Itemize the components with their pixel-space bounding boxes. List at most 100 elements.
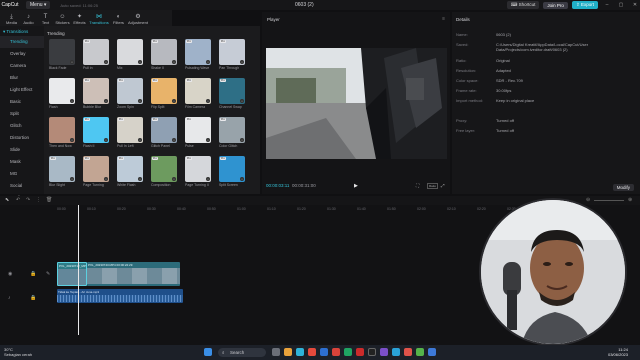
- download-icon[interactable]: ↓: [206, 138, 210, 142]
- sidebar-item-light-effect[interactable]: Light Effect: [0, 84, 44, 96]
- download-icon[interactable]: ↓: [206, 177, 210, 181]
- audio-clip[interactable]: Tidak ke Tepian - Ari Juna.mp3: [57, 289, 183, 303]
- download-icon[interactable]: ↓: [138, 60, 142, 64]
- weather-widget[interactable]: 30°C Sebagian cerah: [4, 347, 32, 357]
- fullscreen-icon[interactable]: ⤢: [441, 183, 445, 188]
- sidebar-item-mask[interactable]: Mask: [0, 156, 44, 168]
- playhead[interactable]: [78, 205, 79, 335]
- transition-thumbnail[interactable]: Pro ↓: [49, 156, 75, 182]
- word-icon[interactable]: [320, 348, 328, 356]
- capcut-taskbar-icon[interactable]: [368, 348, 376, 356]
- transition-thumbnail[interactable]: Pro ↓: [151, 78, 177, 104]
- menu-button[interactable]: Menu ▾: [26, 1, 51, 9]
- transition-thumbnail[interactable]: Pro ↓: [219, 156, 245, 182]
- video-clip[interactable]: PXL_20230743.MP4 00:00:22:29: [87, 262, 180, 286]
- select-icon[interactable]: ⬉: [5, 197, 9, 203]
- sidebar-item-mg[interactable]: MG: [0, 168, 44, 180]
- download-icon[interactable]: ↓: [172, 138, 176, 142]
- sidebar-item-trending[interactable]: Trending: [0, 36, 44, 48]
- zoom-slider[interactable]: [594, 200, 624, 201]
- transition-thumbnail[interactable]: ↓: [117, 39, 143, 65]
- tool-media[interactable]: ⤓ Media: [3, 11, 20, 26]
- media-app-icon[interactable]: [356, 348, 364, 356]
- download-icon[interactable]: ↓: [138, 99, 142, 103]
- app-icon[interactable]: [392, 348, 400, 356]
- download-icon[interactable]: ↓: [70, 138, 74, 142]
- download-icon[interactable]: ↓: [172, 60, 176, 64]
- undo-icon[interactable]: ↶: [16, 197, 20, 203]
- sidebar-item-basic[interactable]: Basic: [0, 96, 44, 108]
- download-icon[interactable]: ↓: [104, 138, 108, 142]
- lock-icon[interactable]: 🔒: [30, 271, 36, 277]
- transition-thumbnail[interactable]: Pro ↓: [185, 78, 211, 104]
- sidebar-item-blur[interactable]: Blur: [0, 72, 44, 84]
- app-icon[interactable]: [428, 348, 436, 356]
- track-eye-icon[interactable]: ◉: [8, 271, 12, 277]
- ratio-button[interactable]: Ratio: [427, 183, 439, 189]
- sidebar-item-split[interactable]: Split: [0, 108, 44, 120]
- fit-icon[interactable]: ⛶: [416, 183, 419, 188]
- detail-value[interactable]: Turned off: [496, 128, 636, 133]
- tool-audio[interactable]: ♪ Audio: [20, 11, 37, 26]
- transition-thumbnail[interactable]: Pro ↓: [219, 39, 245, 65]
- app-icon[interactable]: [416, 348, 424, 356]
- transition-thumbnail[interactable]: Pro ↓: [219, 117, 245, 143]
- transition-thumbnail[interactable]: Pro ↓: [185, 117, 211, 143]
- sidebar-item-overlay[interactable]: Overlay: [0, 48, 44, 60]
- shortcut-button[interactable]: ⌨ Shortcut: [506, 1, 540, 9]
- transition-thumbnail[interactable]: Pro ↓: [117, 156, 143, 182]
- minimize-icon[interactable]: –: [602, 2, 612, 8]
- transition-thumbnail[interactable]: Pro ↓: [83, 39, 109, 65]
- transition-thumbnail[interactable]: Pro ↓: [151, 39, 177, 65]
- more-icon[interactable]: ≡: [442, 16, 445, 22]
- zoom-in-icon[interactable]: ⊕: [628, 197, 632, 203]
- transition-thumbnail[interactable]: Pro ↓: [83, 117, 109, 143]
- tool-transitions[interactable]: ⋈ Transitions: [88, 11, 110, 26]
- sidebar-item-camera[interactable]: Camera: [0, 60, 44, 72]
- download-icon[interactable]: ↓: [206, 60, 210, 64]
- system-clock[interactable]: 11:24 03/06/2023: [608, 347, 628, 357]
- sidebar-item-distortion[interactable]: Distortion: [0, 132, 44, 144]
- download-icon[interactable]: ↓: [70, 177, 74, 181]
- sidebar-item-glitch[interactable]: Glitch: [0, 120, 44, 132]
- powerpoint-icon[interactable]: [332, 348, 340, 356]
- taskbar-search[interactable]: ⌕ Search: [218, 348, 266, 357]
- download-icon[interactable]: ↓: [138, 138, 142, 142]
- zoom-out-icon[interactable]: ⊖: [586, 197, 590, 203]
- split-icon[interactable]: ⋮: [36, 197, 41, 203]
- transition-thumbnail[interactable]: Pro ↓: [219, 78, 245, 104]
- file-explorer-icon[interactable]: [284, 348, 292, 356]
- download-icon[interactable]: ↓: [240, 177, 244, 181]
- app-icon[interactable]: [380, 348, 388, 356]
- windows-start-icon[interactable]: [204, 348, 212, 356]
- download-icon[interactable]: ↓: [240, 138, 244, 142]
- detail-value[interactable]: Turned off: [496, 118, 636, 123]
- transition-thumbnail[interactable]: Pro ↓: [117, 117, 143, 143]
- download-icon[interactable]: ↓: [172, 177, 176, 181]
- join-pro-button[interactable]: Join Pro: [543, 1, 568, 9]
- download-icon[interactable]: ↓: [70, 60, 74, 64]
- edge-icon[interactable]: [296, 348, 304, 356]
- download-icon[interactable]: ↓: [138, 177, 142, 181]
- download-icon[interactable]: ↓: [206, 99, 210, 103]
- download-icon[interactable]: ↓: [240, 99, 244, 103]
- transition-thumbnail[interactable]: ↓: [49, 39, 75, 65]
- tool-stickers[interactable]: ☺ Stickers: [54, 11, 71, 26]
- app-icon[interactable]: [404, 348, 412, 356]
- tool-adjustment[interactable]: ⚙ Adjustment: [127, 11, 149, 26]
- tool-filters[interactable]: ◐ Filters: [110, 11, 127, 26]
- transition-thumbnail[interactable]: Pro ↓: [151, 117, 177, 143]
- transition-thumbnail[interactable]: Pro ↓: [83, 78, 109, 104]
- download-icon[interactable]: ↓: [240, 60, 244, 64]
- video-preview[interactable]: [266, 48, 447, 159]
- sidebar-header[interactable]: ▾ Transitions: [0, 28, 44, 36]
- tool-effects[interactable]: ✦ Effects: [71, 11, 88, 26]
- maximize-icon[interactable]: ▢: [616, 2, 626, 8]
- download-icon[interactable]: ↓: [104, 60, 108, 64]
- modify-button[interactable]: Modify: [612, 184, 634, 191]
- play-icon[interactable]: ▶: [354, 183, 358, 189]
- download-icon[interactable]: ↓: [104, 99, 108, 103]
- sidebar-item-social-media[interactable]: Social Media: [0, 180, 44, 200]
- export-button[interactable]: ⇪ Export: [571, 1, 598, 9]
- transition-thumbnail[interactable]: Pro ↓: [117, 78, 143, 104]
